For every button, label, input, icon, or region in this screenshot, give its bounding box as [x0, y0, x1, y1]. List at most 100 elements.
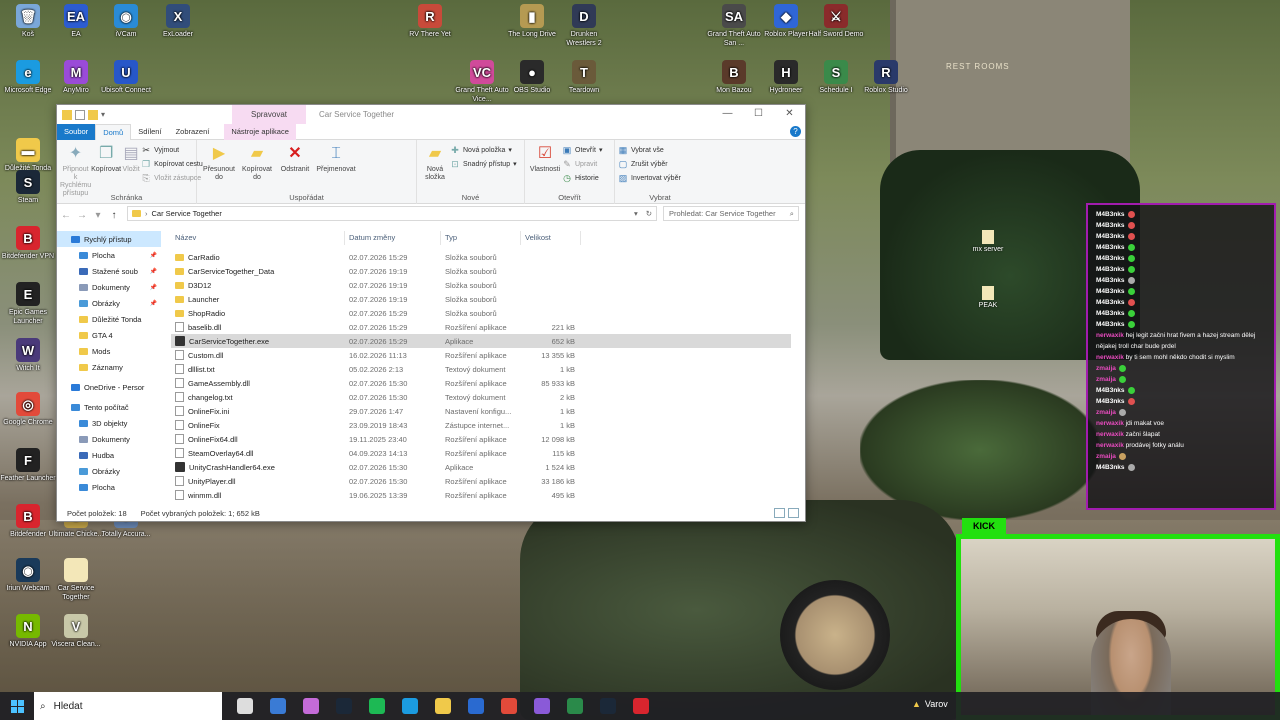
desktop-icon[interactable]: VC Grand Theft Auto Vice...: [454, 60, 510, 104]
file-row[interactable]: ShopRadio 02.07.2026 15:29 Složka souborů: [171, 306, 791, 320]
taskbar-app-app-blue[interactable]: [459, 692, 492, 720]
nav-item[interactable]: Důležité Tonda: [57, 311, 161, 327]
taskbar-app-store[interactable]: [261, 692, 294, 720]
desktop-icon[interactable]: W Witch It: [0, 338, 56, 373]
desktop-icon[interactable]: S Steam: [0, 170, 56, 205]
new-item-button[interactable]: ✚ Nová položka ▾: [450, 144, 517, 156]
desktop-icon[interactable]: ◎ Google Chrome: [0, 392, 56, 427]
tab-view[interactable]: Zobrazení: [169, 124, 217, 140]
file-row[interactable]: changelog.txt 02.07.2026 15:30 Textový dok…: [171, 390, 791, 404]
back-arrow-icon[interactable]: ←: [61, 210, 71, 221]
taskbar-app-explorer[interactable]: [426, 692, 459, 720]
nav-item[interactable]: 3D objekty: [57, 415, 161, 431]
copy-path-button[interactable]: ❐ Kopírovat cestu: [141, 158, 203, 170]
desktop-icon[interactable]: F Feather Launcher: [0, 448, 56, 483]
file-row[interactable]: UnityPlayer.dll 02.07.2026 15:30 Rozšíření…: [171, 474, 791, 488]
desktop-icon[interactable]: SA Grand Theft Auto San ...: [706, 4, 762, 48]
file-row[interactable]: OnlineFix 23.09.2019 18:43 Zástupce intern…: [171, 418, 791, 432]
desktop-icon[interactable]: ◆ Roblox Player: [758, 4, 814, 39]
file-row[interactable]: Launcher 02.07.2026 19:19 Složka souborů: [171, 292, 791, 306]
cut-button[interactable]: ✂ Vyjmout: [141, 144, 203, 156]
nav-item[interactable]: Hudba: [57, 447, 161, 463]
nav-item[interactable]: GTA 4: [57, 327, 161, 343]
refresh-icon[interactable]: ↻: [646, 209, 652, 218]
taskbar-search[interactable]: ⌕ Hledat: [34, 692, 222, 720]
desktop-icon[interactable]: H Hydroneer: [758, 60, 814, 95]
file-row[interactable]: CarServiceTogether.exe 02.07.2026 15:29 Ap…: [171, 334, 791, 348]
up-arrow-icon[interactable]: ↑: [109, 210, 119, 221]
taskbar-app-app-green[interactable]: [558, 692, 591, 720]
tab-application-tools[interactable]: Nástroje aplikace: [224, 123, 296, 140]
desktop-icon[interactable]: R RV There Yet: [402, 4, 458, 39]
properties-icon[interactable]: [75, 109, 85, 120]
desktop-icon[interactable]: ▬ Důležité Tonda: [0, 138, 56, 173]
taskbar-app-discord-like[interactable]: [525, 692, 558, 720]
desktop-icon[interactable]: Car Service Together: [48, 558, 104, 602]
nav-item[interactable]: Dokumenty: [57, 431, 161, 447]
desktop-icon[interactable]: ◉ iVCam: [98, 4, 154, 39]
desktop-icon[interactable]: T Teardown: [556, 60, 612, 95]
desktop-icon[interactable]: EA EA: [48, 4, 104, 39]
paste-shortcut-button[interactable]: ⎘ Vložit zástupce: [141, 172, 203, 184]
tab-share[interactable]: Sdílení: [131, 124, 168, 140]
desktop-icon[interactable]: ● OBS Studio: [504, 60, 560, 95]
desktop-icon[interactable]: M AnyMiro: [48, 60, 104, 95]
file-row[interactable]: CarServiceTogether_Data 02.07.2026 19:19 S…: [171, 264, 791, 278]
search-input[interactable]: Prohledat: Car Service Together ⌕: [663, 206, 799, 221]
file-row[interactable]: OnlineFix64.dll 19.11.2025 23:40 Rozšíření…: [171, 432, 791, 446]
minimize-button[interactable]: —: [712, 105, 743, 124]
nav-item[interactable]: Stažené soub 📌: [57, 263, 161, 279]
desktop-icon[interactable]: U Ubisoft Connect: [98, 60, 154, 95]
taskbar-app-edge[interactable]: [393, 692, 426, 720]
taskbar-app-steam[interactable]: [327, 692, 360, 720]
file-row[interactable]: Custom.dll 16.02.2026 11:13 Rozšíření apli…: [171, 348, 791, 362]
forward-arrow-icon[interactable]: →: [77, 210, 87, 221]
desktop-icon[interactable]: X ExLoader: [150, 4, 206, 39]
easy-access-button[interactable]: ⊡ Snadný přístup ▾: [450, 158, 516, 170]
file-row[interactable]: GameAssembly.dll 02.07.2026 15:30 Rozšířen…: [171, 376, 791, 390]
desktop-icon[interactable]: B Bitdefender VPN: [0, 226, 56, 261]
details-view-icon[interactable]: [774, 508, 785, 518]
help-icon[interactable]: ?: [790, 126, 801, 137]
taskbar-app-task-view[interactable]: [228, 692, 261, 720]
desktop-icon[interactable]: E Epic Games Launcher: [0, 282, 56, 326]
address-bar[interactable]: › Car Service Together ▾ ↻: [127, 206, 657, 221]
maximize-button[interactable]: ☐: [743, 105, 774, 124]
taskbar-app-chrome[interactable]: [492, 692, 525, 720]
nav-item[interactable]: Obrázky: [57, 463, 161, 479]
nav-item[interactable]: Obrázky 📌: [57, 295, 161, 311]
desktop-icon[interactable]: V Viscera Clean...: [48, 614, 104, 649]
close-button[interactable]: ✕: [774, 105, 805, 124]
history-button[interactable]: ◷ Historie: [562, 172, 603, 184]
open-button[interactable]: ▣ Otevřít ▾: [562, 144, 603, 156]
desktop-item-peak[interactable]: PEAK: [958, 286, 1018, 309]
weather-widget[interactable]: ▲ Varov: [912, 699, 948, 709]
nav-item[interactable]: OneDrive - Persor: [57, 379, 161, 395]
file-row[interactable]: dlllist.txt 05.02.2026 2:13 Textový dokume…: [171, 362, 791, 376]
nav-item[interactable]: Záznamy: [57, 359, 161, 375]
taskbar-app-copilot[interactable]: [294, 692, 327, 720]
large-icons-view-icon[interactable]: [788, 508, 799, 518]
manage-context-tab[interactable]: Spravovat: [232, 105, 306, 124]
file-row[interactable]: CarRadio 02.07.2026 15:29 Složka souborů: [171, 250, 791, 264]
nav-item[interactable]: Plocha 📌: [57, 247, 161, 263]
file-row[interactable]: winmm.dll 19.06.2025 13:39 Rozšíření aplik…: [171, 488, 791, 502]
file-row[interactable]: SteamOverlay64.dll 04.09.2023 14:13 Rozšíř…: [171, 446, 791, 460]
file-row[interactable]: OnlineFix.ini 29.07.2026 1:47 Nastavení ko…: [171, 404, 791, 418]
nav-item[interactable]: Tento počítač: [57, 399, 161, 415]
file-row[interactable]: UnityCrashHandler64.exe 02.07.2026 15:30 A…: [171, 460, 791, 474]
taskbar-app-spotify[interactable]: [360, 692, 393, 720]
select-none-button[interactable]: ▢ Zrušit výběr: [618, 158, 681, 170]
chevron-down-icon[interactable]: ▾: [93, 210, 103, 221]
nav-item[interactable]: Plocha: [57, 479, 161, 495]
tab-home[interactable]: Domů: [95, 123, 132, 140]
column-header-type[interactable]: Typ: [441, 231, 521, 245]
nav-item[interactable]: Rychlý přístup: [57, 231, 161, 247]
column-header-name[interactable]: Název: [171, 231, 345, 245]
desktop-icon[interactable]: ▮ The Long Drive: [504, 4, 560, 39]
taskbar-app-bitdefender[interactable]: [624, 692, 657, 720]
invert-selection-button[interactable]: ▨ Invertovat výběr: [618, 172, 681, 184]
desktop-icon[interactable]: S Schedule I: [808, 60, 864, 95]
chevron-down-icon[interactable]: ▾: [101, 110, 111, 120]
column-header-date[interactable]: Datum změny: [345, 231, 441, 245]
